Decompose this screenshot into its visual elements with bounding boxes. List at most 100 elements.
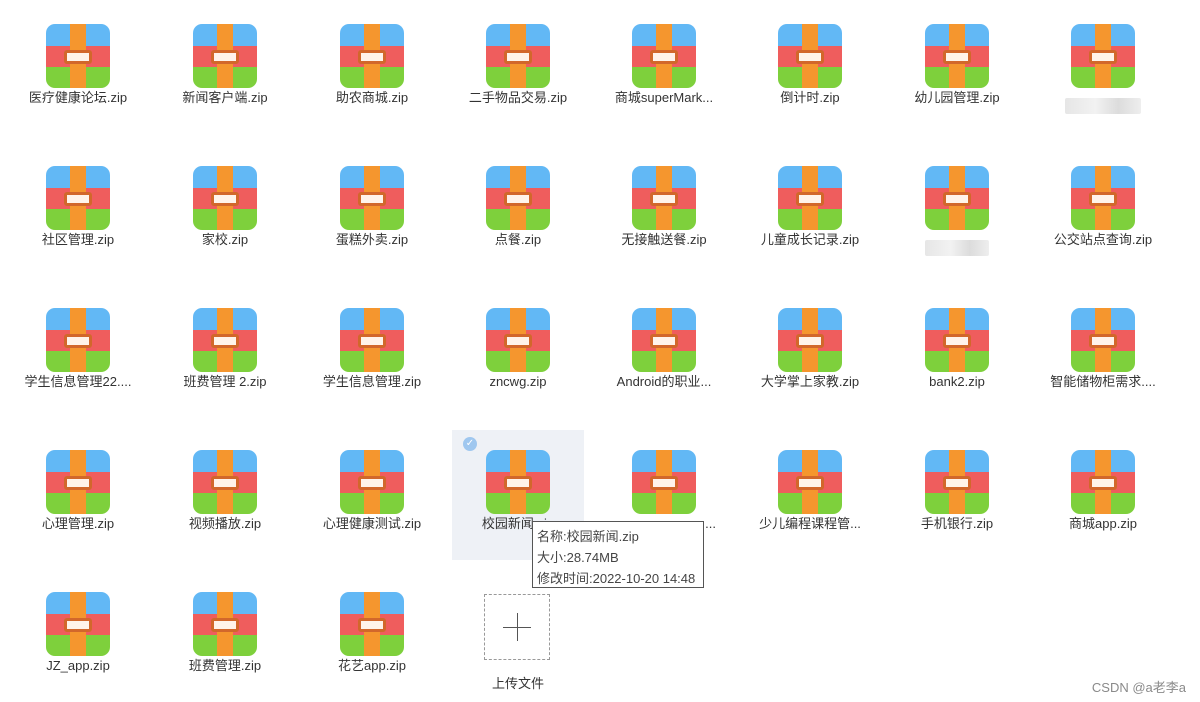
zip-archive-icon — [46, 450, 110, 514]
zip-archive-icon — [340, 592, 404, 656]
zip-archive-icon — [193, 166, 257, 230]
upload-button[interactable] — [484, 594, 550, 660]
zip-archive-icon — [778, 308, 842, 372]
zip-archive-icon — [778, 450, 842, 514]
zip-archive-icon — [486, 450, 550, 514]
file-name: 商城superMark... — [614, 90, 714, 105]
file-name: 手机银行.zip — [920, 516, 994, 531]
file-name: 蛋糕外卖.zip — [335, 232, 409, 247]
file-item[interactable]: 视频播放.zip — [159, 430, 291, 560]
file-item[interactable]: 新闻客户端.zip — [159, 4, 291, 134]
file-name: JZ_app.zip — [46, 658, 110, 673]
zip-archive-icon — [925, 166, 989, 230]
zip-archive-icon — [46, 592, 110, 656]
file-name: 医疗健康论坛.zip — [28, 90, 128, 105]
file-name: 学生信息管理.zip — [322, 374, 422, 389]
file-name: 点餐.zip — [494, 232, 542, 247]
tooltip-modified: 修改时间:2022-10-20 14:48 — [537, 571, 696, 586]
file-item[interactable]: 少儿编程课程管... — [744, 430, 876, 560]
zip-archive-icon — [1071, 166, 1135, 230]
file-item[interactable]: 无接触送餐.zip — [598, 146, 730, 276]
file-item[interactable]: 家校.zip — [159, 146, 291, 276]
file-item[interactable]: 助农商城.zip — [306, 4, 438, 134]
file-item[interactable]: 点餐.zip — [452, 146, 584, 276]
plus-icon-vertical — [517, 613, 518, 641]
file-item[interactable] — [1037, 4, 1169, 134]
zip-archive-icon — [193, 308, 257, 372]
zip-archive-icon — [46, 308, 110, 372]
file-name: 心理管理.zip — [41, 516, 115, 531]
file-item[interactable]: 学生信息管理.zip — [306, 288, 438, 418]
file-item[interactable]: 班费管理.zip — [159, 572, 291, 702]
redacted-file-name — [1065, 98, 1141, 114]
zip-archive-icon — [925, 308, 989, 372]
file-item[interactable]: 幼儿园管理.zip — [891, 4, 1023, 134]
file-item[interactable]: 花艺app.zip — [306, 572, 438, 702]
file-item[interactable]: 班费管理 2.zip — [159, 288, 291, 418]
file-name: bank2.zip — [929, 374, 985, 389]
zip-archive-icon — [193, 450, 257, 514]
file-item[interactable]: JZ_app.zip — [12, 572, 144, 702]
file-name: 幼儿园管理.zip — [914, 90, 1000, 105]
file-item[interactable]: 大学掌上家教.zip — [744, 288, 876, 418]
file-item[interactable]: 公交站点查询.zip — [1037, 146, 1169, 276]
selected-check-icon[interactable]: ✓ — [463, 437, 477, 451]
zip-archive-icon — [1071, 308, 1135, 372]
upload-label: 上传文件 — [491, 676, 544, 691]
zip-archive-icon — [1071, 24, 1135, 88]
file-name: 社区管理.zip — [41, 232, 115, 247]
zip-archive-icon — [340, 450, 404, 514]
file-item[interactable]: 医疗健康论坛.zip — [12, 4, 144, 134]
file-grid: 医疗健康论坛.zip 新闻客户端.zip 助农商城.zip 二手物品交易.zip 商城s… — [0, 0, 1200, 701]
file-name: 班费管理 2.zip — [183, 374, 267, 389]
zip-archive-icon — [486, 24, 550, 88]
file-name: 倒计时.zip — [780, 90, 840, 105]
file-name: 智能储物柜需求.... — [1050, 374, 1156, 389]
tooltip-name: 名称:校园新闻.zip — [537, 529, 639, 544]
file-name: 家校.zip — [201, 232, 249, 247]
file-name: 视频播放.zip — [188, 516, 262, 531]
zip-archive-icon — [486, 166, 550, 230]
redacted-file-name — [925, 240, 989, 256]
zip-archive-icon — [340, 166, 404, 230]
zip-archive-icon — [340, 308, 404, 372]
file-item[interactable]: 蛋糕外卖.zip — [306, 146, 438, 276]
file-name: 公交站点查询.zip — [1053, 232, 1153, 247]
file-name: 花艺app.zip — [338, 658, 406, 673]
file-item[interactable]: 学生信息管理22.... — [12, 288, 144, 418]
file-item[interactable]: 倒计时.zip — [744, 4, 876, 134]
file-name: 助农商城.zip — [335, 90, 409, 105]
file-item[interactable]: bank2.zip — [891, 288, 1023, 418]
file-item[interactable]: 商城app.zip — [1037, 430, 1169, 560]
file-item[interactable] — [891, 146, 1023, 276]
file-name: 大学掌上家教.zip — [760, 374, 860, 389]
zip-archive-icon — [340, 24, 404, 88]
file-name: 儿童成长记录.zip — [760, 232, 860, 247]
file-item[interactable]: 智能储物柜需求.... — [1037, 288, 1169, 418]
zip-archive-icon — [193, 24, 257, 88]
file-name: Android的职业... — [616, 374, 712, 389]
zip-archive-icon — [632, 450, 696, 514]
zip-archive-icon — [486, 308, 550, 372]
file-item[interactable]: Android的职业... — [598, 288, 730, 418]
file-tooltip: 名称:校园新闻.zip 大小:28.74MB 修改时间:2022-10-20 1… — [532, 521, 704, 588]
zip-archive-icon — [1071, 450, 1135, 514]
zip-archive-icon — [632, 24, 696, 88]
file-item[interactable]: 社区管理.zip — [12, 146, 144, 276]
file-item[interactable]: 二手物品交易.zip — [452, 4, 584, 134]
file-name: 学生信息管理22.... — [24, 374, 132, 389]
file-name: 班费管理.zip — [188, 658, 262, 673]
file-item[interactable]: 心理健康测试.zip — [306, 430, 438, 560]
file-item[interactable]: 商城superMark... — [598, 4, 730, 134]
file-name: 商城app.zip — [1069, 516, 1137, 531]
file-name: 新闻客户端.zip — [182, 90, 268, 105]
file-item[interactable]: zncwg.zip — [452, 288, 584, 418]
file-item[interactable]: 手机银行.zip — [891, 430, 1023, 560]
tooltip-size: 大小:28.74MB — [537, 550, 619, 565]
zip-archive-icon — [925, 24, 989, 88]
file-item[interactable]: 儿童成长记录.zip — [744, 146, 876, 276]
zip-archive-icon — [632, 308, 696, 372]
zip-archive-icon — [46, 24, 110, 88]
file-item[interactable]: 心理管理.zip — [12, 430, 144, 560]
zip-archive-icon — [925, 450, 989, 514]
